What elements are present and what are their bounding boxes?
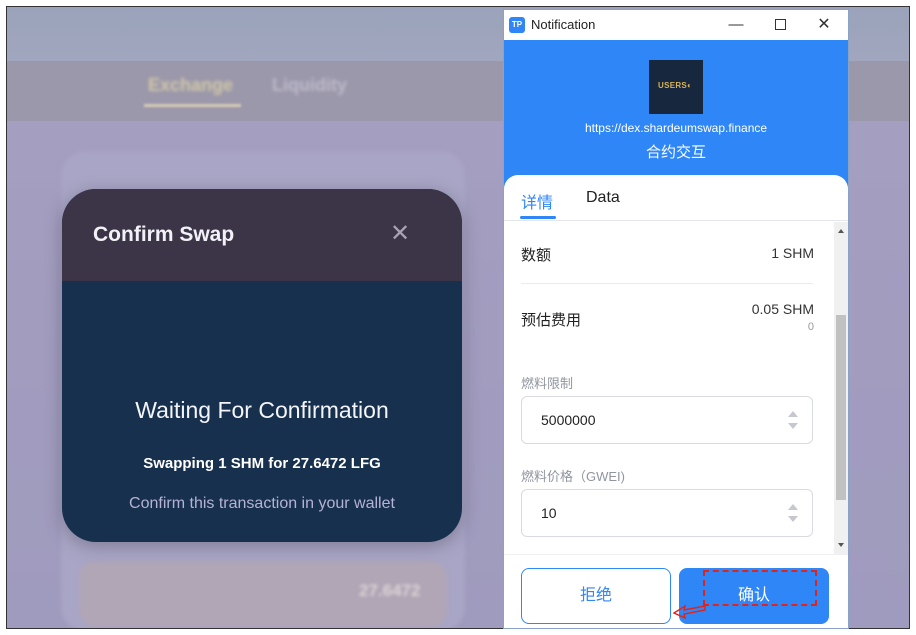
confirm-button[interactable]: 确认 bbox=[679, 568, 829, 624]
action-type: 合约交互 bbox=[645, 144, 706, 161]
details-scroll-area: 数额 1 SHM 预估费用 0.05 SHM 0 燃料限制 5000000 燃料… bbox=[504, 222, 848, 554]
amount-value: 1 SHM bbox=[771, 245, 814, 261]
gas-limit-value: 5000000 bbox=[541, 412, 596, 428]
gas-price-decrement-icon[interactable] bbox=[788, 516, 798, 522]
scroll-up-icon[interactable] bbox=[838, 229, 844, 233]
confirm-swap-modal: Confirm Swap ✕ Waiting For Confirmation … bbox=[62, 189, 462, 542]
window-titlebar: TP Notification — ✕ bbox=[504, 10, 848, 40]
modal-title: Confirm Swap bbox=[93, 223, 235, 246]
fee-subvalue: 0 bbox=[807, 321, 814, 333]
dapp-info-header: USERS◐ https://dex.shardeumswap.finance … bbox=[504, 40, 848, 190]
amount-label: 数额 bbox=[521, 247, 552, 264]
dapp-logo: USERS◐ bbox=[649, 60, 703, 114]
fee-value: 0.05 SHM bbox=[751, 301, 814, 317]
reject-button[interactable]: 拒绝 bbox=[521, 568, 671, 624]
output-amount: 27.6472 bbox=[359, 581, 421, 600]
tab-liquidity[interactable]: Liquidity bbox=[272, 75, 347, 96]
modal-header: Confirm Swap ✕ bbox=[62, 189, 462, 281]
gas-price-input[interactable]: 10 bbox=[521, 489, 813, 537]
gas-price-value: 10 bbox=[541, 505, 557, 521]
wallet-hint: Confirm this transaction in your wallet bbox=[129, 495, 395, 512]
scroll-down-icon[interactable] bbox=[838, 543, 844, 547]
tab-exchange[interactable]: Exchange bbox=[148, 75, 233, 96]
detail-tabs: 详情 Data bbox=[504, 175, 848, 221]
gas-price-label: 燃料价格（GWEI) bbox=[521, 469, 625, 484]
divider bbox=[521, 283, 813, 284]
window-title: Notification bbox=[531, 17, 596, 32]
scrollbar[interactable] bbox=[834, 222, 848, 554]
window-close-icon[interactable]: ✕ bbox=[812, 14, 836, 36]
scrollbar-thumb[interactable] bbox=[836, 315, 846, 500]
tab-details[interactable]: 详情 bbox=[521, 189, 553, 213]
dapp-url: https://dex.shardeumswap.finance bbox=[584, 121, 768, 135]
gas-price-increment-icon[interactable] bbox=[788, 504, 798, 510]
dapp-logo-text: USERS◐ bbox=[658, 81, 693, 90]
fee-label: 预估费用 bbox=[521, 312, 582, 329]
action-footer: 拒绝 确认 bbox=[504, 554, 848, 628]
gas-limit-label: 燃料限制 bbox=[521, 376, 574, 391]
swap-detail: Swapping 1 SHM for 27.6472 LFG bbox=[143, 455, 381, 472]
close-icon[interactable]: ✕ bbox=[389, 222, 411, 246]
minimize-icon[interactable]: — bbox=[724, 14, 748, 36]
gas-limit-increment-icon[interactable] bbox=[788, 411, 798, 417]
active-tab-indicator bbox=[520, 216, 556, 219]
notification-window: TP Notification — ✕ USERS◐ https://dex.s… bbox=[503, 9, 849, 629]
tokenpocket-icon: TP bbox=[509, 17, 525, 33]
tab-underline bbox=[144, 104, 241, 107]
tab-data[interactable]: Data bbox=[586, 189, 620, 207]
maximize-icon[interactable] bbox=[768, 14, 792, 36]
gas-limit-decrement-icon[interactable] bbox=[788, 423, 798, 429]
waiting-heading: Waiting For Confirmation bbox=[135, 397, 389, 423]
gas-limit-input[interactable]: 5000000 bbox=[521, 396, 813, 444]
